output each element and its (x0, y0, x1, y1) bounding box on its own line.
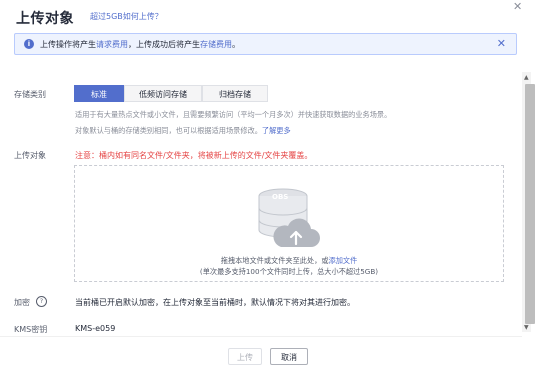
add-file-link[interactable]: 添加文件 (329, 256, 358, 265)
overwrite-warning: 注意：桶内如有同名文件/文件夹，将被新上传的文件/文件夹覆盖。 (75, 151, 313, 160)
storage-class-note-text: 对象默认与桶的存储类别相同，也可以根据适用场景修改。 (75, 126, 262, 135)
fee-notice-text: 上传操作将产生请求费用，上传成功后将产生存储费用。 (40, 39, 240, 50)
storage-class-description: 适用于有大量热点文件或小文件，且需要频繁访问（平均一个月多次）并快速获取数据的业… (75, 110, 392, 119)
storage-class-standard-option[interactable]: 标准 (74, 85, 124, 102)
obs-upload-illustration-icon (258, 188, 320, 247)
scroll-up-arrow-icon[interactable]: ▲ (524, 74, 529, 81)
encryption-help-icon[interactable]: ? (36, 296, 47, 307)
encryption-description: 当前桶已开启默认加密，在上传对象至当前桶时，默认情况下将对其进行加密。 (75, 298, 355, 307)
notice-text-pre: 上传操作将产生 (40, 40, 96, 49)
upload-button[interactable]: 上传 (228, 348, 262, 365)
kms-key-label: KMS密钥 (14, 325, 48, 334)
dialog-title: 上传对象 (16, 11, 74, 27)
request-fee-link[interactable]: 请求费用 (96, 40, 128, 49)
over-5gb-help-link[interactable]: 超过5GB如何上传？ (90, 11, 163, 22)
scroll-down-arrow-icon[interactable]: ▼ (524, 324, 529, 331)
footer-divider (0, 336, 522, 337)
scrollbar-thumb[interactable] (525, 84, 535, 324)
encryption-label: 加密 (14, 298, 30, 307)
over-5gb-help-link-text[interactable]: 超过5GB如何上传？ (90, 12, 163, 21)
notice-close-icon[interactable]: ✕ (497, 37, 506, 50)
obs-badge: OBS (272, 193, 289, 201)
file-drop-zone[interactable]: OBS 拖拽本地文件或文件夹至此处，或添加文件 (单次最多支持100个文件同时上… (74, 165, 504, 282)
storage-class-label: 存储类别 (14, 90, 46, 99)
notice-text-post: 。 (232, 40, 240, 49)
storage-class-archive-option[interactable]: 归档存储 (202, 85, 268, 102)
kms-key-value: KMS-e059 (75, 324, 116, 333)
storage-class-infrequent-option[interactable]: 低频访问存储 (124, 85, 202, 102)
upload-limit-text: (单次最多支持100个文件同时上传，总大小不超过5GB) (199, 267, 379, 276)
upload-object-dialog: 上传对象 超过5GB如何上传？ ✕ i 上传操作将产生请求费用，上传成功后将产生… (0, 0, 554, 382)
drop-instruction-text: 拖拽本地文件或文件夹至此处，或 (220, 256, 329, 265)
upload-object-label: 上传对象 (14, 151, 46, 160)
drop-instruction: 拖拽本地文件或文件夹至此处，或添加文件 (75, 256, 503, 266)
storage-class-note: 对象默认与桶的存储类别相同，也可以根据适用场景修改。了解更多 (75, 126, 291, 136)
dialog-close-icon[interactable]: ✕ (513, 0, 522, 13)
notice-text-mid: ，上传成功后将产生 (128, 40, 200, 49)
storage-fee-link[interactable]: 存储费用 (200, 40, 232, 49)
fee-notice-banner: i 上传操作将产生请求费用，上传成功后将产生存储费用。 ✕ (14, 33, 517, 55)
cancel-button[interactable]: 取消 (270, 348, 308, 365)
learn-more-link[interactable]: 了解更多 (262, 126, 291, 135)
info-icon: i (24, 39, 34, 49)
